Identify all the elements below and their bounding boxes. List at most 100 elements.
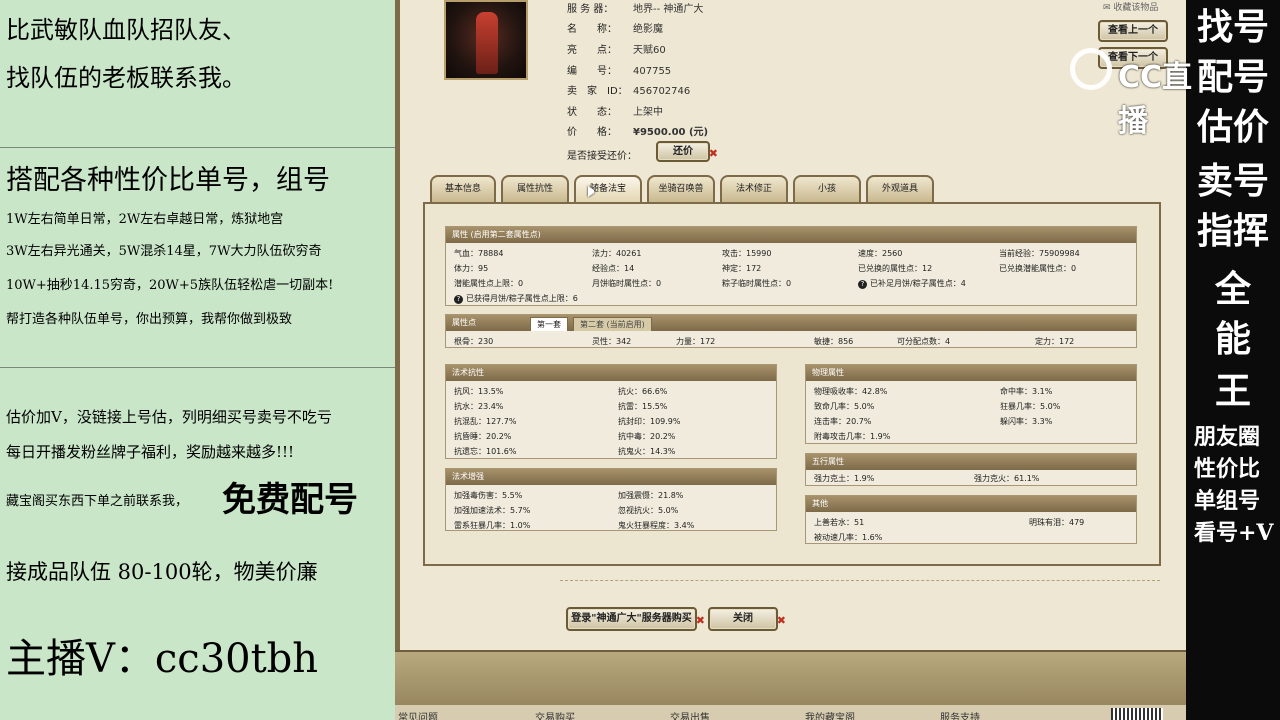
resist-cell: 抗遗忘：101.6%	[454, 447, 517, 456]
boost-cell: 忽视抗火：5.0%	[618, 506, 679, 515]
logo-ring-icon	[1070, 48, 1112, 90]
overlay-char: 指挥	[1196, 210, 1269, 252]
attribute-section: 属性 (启用第二套属性点) 气血：78884 法力：40261 攻击：15990…	[445, 226, 1137, 306]
attr-cell: 月饼临时属性点：0	[592, 279, 662, 288]
attr-cell: 攻击：15990	[722, 249, 772, 258]
overlay-text: 1W左右简单日常，2W左右卓越日常，炼狱地宫	[6, 212, 284, 227]
qr-code-icon	[1111, 708, 1163, 720]
overlay-char: 卖号	[1196, 160, 1269, 202]
overlay-line: 朋友圈	[1194, 424, 1261, 450]
resist-cell: 抗混乱：127.7%	[454, 417, 517, 426]
tab-basic-info[interactable]: 基本信息	[430, 175, 496, 202]
sub-tab-second-set[interactable]: 第二套 (当前启用)	[573, 317, 652, 331]
streamer-contact: 主播V：cc30tbh	[6, 636, 319, 682]
overlay-highlight: 免费配号	[222, 480, 358, 520]
close-mark-icon: ✖	[695, 614, 705, 627]
attr-cell: 已兑换的属性点：12	[858, 264, 933, 273]
other-cell: 明珠有泪：479	[1029, 518, 1085, 527]
boost-cell: 加强毒伤害：5.5%	[454, 491, 523, 500]
overlay-text: 比武敏队血队招队友、	[6, 16, 246, 44]
overlay-char: 王	[1214, 370, 1251, 412]
tab-child[interactable]: 小孩	[793, 175, 861, 202]
bargain-button[interactable]: 还价 ✖	[656, 141, 718, 162]
sub-tab-first-set[interactable]: 第一套	[530, 317, 568, 331]
attr-cell: ? 已补足月饼/粽子属性点：4	[858, 278, 966, 289]
tab-spell-correction[interactable]: 法术修正	[720, 175, 788, 202]
info-status: 状 态： 上架中	[567, 107, 663, 118]
overlay-char: 全	[1214, 268, 1251, 310]
info-seller: 卖 家 ID： 456702746	[567, 86, 691, 97]
section-title: 物理属性	[806, 365, 1136, 381]
other-section: 其他 上善若水：51 明珠有泪：479 被动速几率：1.6%	[805, 495, 1137, 544]
points-section: 属性点 第一套 第二套 (当前启用) 根骨：230 灵性：342 力量：172 …	[445, 314, 1137, 348]
physical-cell: 致命几率：5.0%	[814, 402, 875, 411]
attr-note: ? 已获得月饼/粽子属性点上限：6	[454, 293, 578, 304]
attr-cell: 体力：95	[454, 264, 489, 273]
footer-link[interactable]: 交易出售	[670, 709, 710, 720]
resist-cell: 抗雷：15.5%	[618, 402, 668, 411]
collect-link[interactable]: ✉ 收藏该物品	[1103, 0, 1158, 13]
overlay-text: 估价加V，没链接上号估，列明细买号卖号不吃亏	[6, 408, 332, 426]
resist-cell: 抗风：13.5%	[454, 387, 504, 396]
boost-cell: 鬼火狂暴程度：3.4%	[618, 521, 695, 530]
boost-cell: 加强震慑：21.8%	[618, 491, 684, 500]
game-item-window: ✉ 收藏该物品 服 务 器： 地界-- 神通广大 名 称： 绝影魔 亮 点： 天赋60…	[395, 0, 1186, 720]
attr-cell: 速度：2560	[858, 249, 903, 258]
boost-cell: 加强加速法术：5.7%	[454, 506, 531, 515]
info-price: 价 格： ¥9500.00 (元)	[567, 127, 709, 138]
tab-mounts-pets[interactable]: 坐骑召唤兽	[647, 175, 715, 202]
five-elements-section: 五行属性 强力克土：1.9% 强力克火：61.1%	[805, 453, 1137, 486]
prev-item-button[interactable]: 查看上一个	[1098, 20, 1168, 42]
logo-text: CC直播	[1118, 60, 1193, 139]
tab-appearance[interactable]: 外观道具	[866, 175, 934, 202]
close-button[interactable]: 关闭 ✖	[708, 607, 786, 631]
tab-attributes[interactable]: 属性抗性	[501, 175, 569, 202]
character-portrait	[444, 0, 528, 80]
divider	[560, 580, 1160, 581]
point-cell: 可分配点数：4	[897, 337, 951, 346]
overlay-text: 每日开播发粉丝牌子福利，奖励越来越多!!!	[6, 443, 295, 461]
tab-content: 属性 (启用第二套属性点) 气血：78884 法力：40261 攻击：15990…	[423, 202, 1161, 566]
section-title: 法术抗性	[446, 365, 776, 381]
footer-link[interactable]: 交易购买	[535, 709, 575, 720]
footer-nav	[395, 705, 1186, 720]
footer-link[interactable]: 常见问题	[398, 709, 438, 720]
footer-link[interactable]: 我的藏宝阁	[805, 709, 855, 720]
login-buy-button[interactable]: 登录"神通广大"服务器购买 ✖	[566, 607, 705, 631]
spell-resist-section: 法术抗性 抗风：13.5% 抗火：66.6% 抗水：23.4% 抗雷：15.5%…	[445, 364, 777, 459]
divider	[0, 147, 395, 148]
attr-cell: 经验点：14	[592, 264, 635, 273]
close-mark-icon: ✖	[776, 614, 786, 627]
resist-cell: 抗鬼火：14.3%	[618, 447, 676, 456]
info-server: 服 务 器： 地界-- 神通广大	[567, 4, 704, 15]
physical-cell: 命中率：3.1%	[1000, 387, 1053, 396]
overlay-text: 3W左右异光通关，5W混杀14星，7W大力队伍砍穷奇	[6, 244, 322, 259]
attr-cell: 气血：78884	[454, 249, 504, 258]
footer-link[interactable]: 服务支持	[940, 709, 980, 720]
attr-cell: 法力：40261	[592, 249, 642, 258]
resist-cell: 抗火：66.6%	[618, 387, 668, 396]
point-cell: 根骨：230	[454, 337, 494, 346]
resist-cell: 抗中毒：20.2%	[618, 432, 676, 441]
info-highlight: 亮 点： 天赋60	[567, 45, 666, 56]
overlay-text: 找队伍的老板联系我。	[6, 64, 246, 92]
overlay-line: 性价比	[1194, 456, 1261, 482]
attr-cell: 粽子临时属性点：0	[722, 279, 792, 288]
mouse-cursor-icon	[588, 186, 596, 197]
attr-cell: 当前经验：75909984	[999, 249, 1080, 258]
physical-cell: 连击率：20.7%	[814, 417, 872, 426]
point-cell: 力量：172	[676, 337, 716, 346]
star-icon: ✉	[1103, 3, 1114, 13]
tab-equipment[interactable]: 随备法宝	[574, 175, 642, 202]
physical-section: 物理属性 物理吸收率：42.8% 命中率：3.1% 致命几率：5.0% 狂暴几率…	[805, 364, 1137, 444]
overlay-text: 藏宝阁买东西下单之前联系我，	[6, 494, 189, 509]
overlay-char: 能	[1214, 318, 1251, 360]
section-title: 五行属性	[806, 454, 1136, 470]
close-mark-icon: ✖	[708, 147, 718, 160]
left-stream-overlay: 比武敏队血队招队友、 找队伍的老板联系我。 搭配各种性价比单号，组号 1W左右简…	[0, 0, 395, 720]
section-title: 属性 (启用第二套属性点)	[446, 227, 1136, 243]
spell-boost-section: 法术增强 加强毒伤害：5.5% 加强震慑：21.8% 加强加速法术：5.7% 忽…	[445, 468, 777, 531]
overlay-text: 帮打造各种队伍单号，你出预算，我帮你做到极致	[6, 312, 293, 327]
overlay-text: 接成品队伍 80-100轮，物美价廉	[6, 560, 318, 584]
overlay-text: 搭配各种性价比单号，组号	[6, 165, 330, 196]
